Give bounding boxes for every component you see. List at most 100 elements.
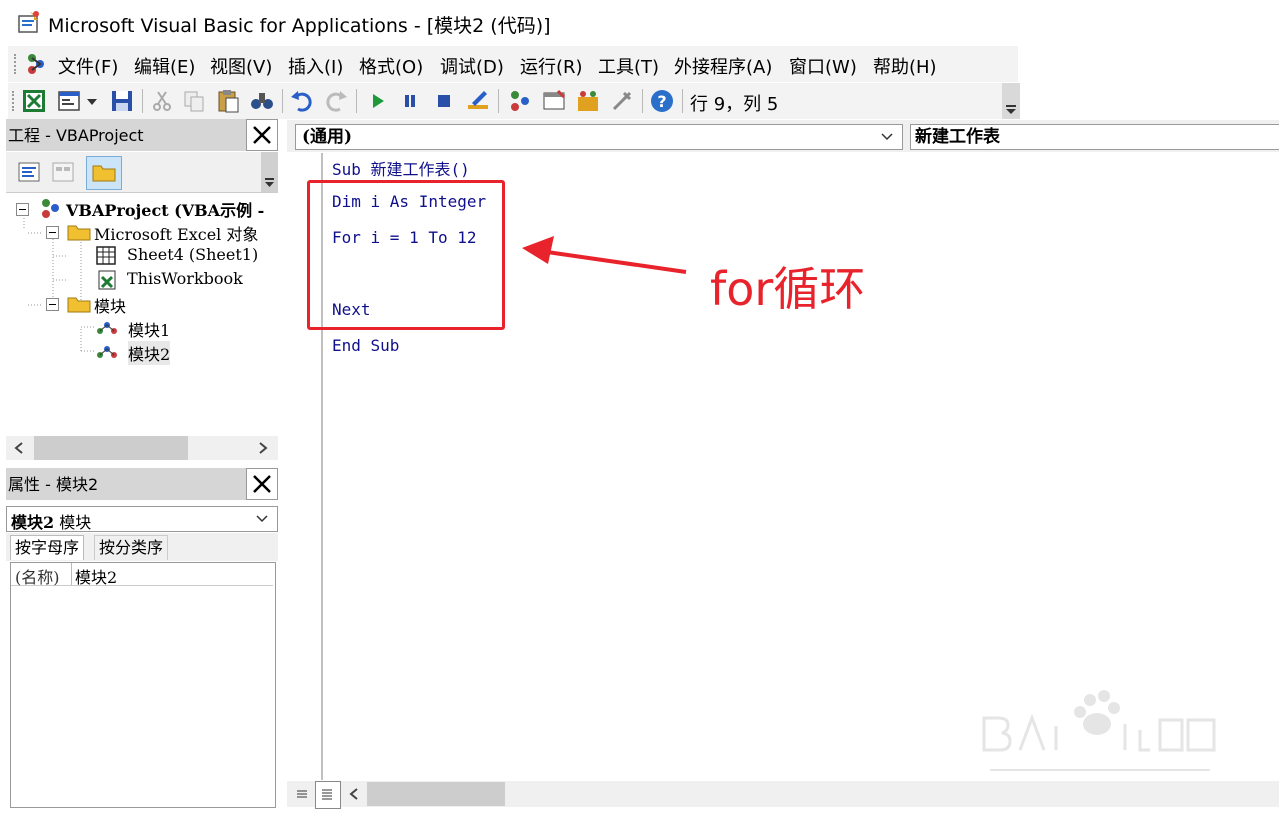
expand-excel-objects-toggle[interactable] [46, 226, 59, 239]
folder-icon [67, 297, 91, 313]
view-object-icon[interactable] [50, 160, 76, 184]
pause-icon[interactable] [396, 87, 424, 115]
properties-header: 属性 - 模块2 [6, 468, 278, 500]
workbook-icon [98, 270, 116, 290]
find-icon[interactable] [248, 87, 276, 115]
chevron-right-icon [259, 442, 268, 454]
menu-view[interactable]: 视图(V) [210, 53, 272, 79]
vba-project-icon [42, 199, 59, 218]
vba-app-icon [16, 10, 42, 36]
chevron-down-icon [881, 133, 893, 141]
window-title: Microsoft Visual Basic for Applications … [48, 15, 551, 37]
menu-debug[interactable]: 调试(D) [440, 53, 504, 79]
module-icon [97, 322, 117, 334]
toolbar-separator [142, 89, 143, 113]
redo-icon[interactable] [322, 87, 350, 115]
menu-window[interactable]: 窗口(W) [789, 53, 857, 79]
menu-addins[interactable]: 外接程序(A) [674, 53, 772, 79]
menu-bar: 文件(F) 编辑(E) 视图(V) 插入(I) 格式(O) 调试(D) 运行(R… [8, 46, 1018, 82]
project-explorer-icon[interactable] [506, 87, 534, 115]
property-value[interactable]: 模块2 [75, 564, 117, 588]
menu-edit[interactable]: 编辑(E) [134, 53, 195, 79]
properties-grid: (名称) 模块2 [10, 562, 276, 808]
menu-file[interactable]: 文件(F) [58, 53, 118, 79]
menu-tools[interactable]: 工具(T) [598, 53, 659, 79]
object-combo-value: (通用) [302, 127, 353, 147]
paste-icon[interactable] [214, 87, 242, 115]
toolbar-separator [642, 89, 643, 113]
properties-object-select[interactable]: 模块2 模块 [6, 506, 278, 532]
design-mode-icon[interactable] [464, 87, 492, 115]
toolbar-options-button[interactable] [1002, 83, 1020, 119]
toolbox-icon[interactable] [608, 87, 636, 115]
tree-label: Microsoft Excel 对象 [94, 225, 259, 244]
properties-close-button[interactable] [246, 468, 278, 500]
tree-label: VBAProject (VBA示例 - [66, 201, 265, 220]
properties-window-icon[interactable] [540, 87, 568, 115]
tree-label: 模块 [94, 297, 127, 316]
cursor-position: 行 9，列 5 [690, 94, 779, 115]
project-tree: VBAProject (VBA示例 - Microsoft Excel 对象 S… [6, 193, 278, 435]
selected-object-name: 模块2 [11, 513, 55, 532]
expand-vbaproject-toggle[interactable] [16, 203, 29, 216]
full-module-view-icon [322, 789, 332, 800]
project-explorer-title: 工程 - VBAProject [8, 126, 144, 145]
cut-icon[interactable] [148, 87, 176, 115]
tab-categorized[interactable]: 按分类序 [94, 535, 169, 560]
menu-help[interactable]: 帮助(H) [873, 53, 937, 79]
code-line[interactable]: Sub 新建工作表() [332, 156, 470, 180]
toggle-folders-button[interactable] [86, 156, 122, 190]
toolbar-grip[interactable] [12, 91, 16, 111]
code-hscroll-thumb[interactable] [367, 782, 505, 806]
selected-object-type: 模块 [54, 513, 92, 532]
object-browser-icon[interactable] [574, 87, 602, 115]
baidu-watermark [980, 690, 1220, 790]
excel-view-icon[interactable] [20, 87, 48, 115]
property-row-name[interactable]: (名称) 模块2 [11, 563, 273, 588]
stop-icon[interactable] [430, 87, 458, 115]
project-toolbar-scroll[interactable] [261, 152, 278, 192]
annotation-label: for循环 [710, 262, 866, 316]
project-hscrollbar[interactable] [6, 436, 278, 460]
menubar-grip[interactable] [14, 54, 18, 74]
project-hscroll-thumb[interactable] [34, 436, 188, 460]
folder-icon [67, 225, 91, 241]
menu-insert[interactable]: 插入(I) [288, 53, 343, 79]
procedure-view-button[interactable] [291, 783, 313, 805]
tab-alphabetic[interactable]: 按字母序 [10, 535, 85, 560]
menu-format[interactable]: 格式(O) [359, 53, 423, 79]
object-combo[interactable]: (通用) [295, 124, 903, 150]
annotation-arrow-icon [522, 236, 687, 274]
save-icon[interactable] [108, 87, 136, 115]
tree-label: ThisWorkbook [127, 269, 243, 288]
properties-title: 属性 - 模块2 [8, 475, 99, 494]
run-icon[interactable] [364, 87, 392, 115]
chevron-left-icon [14, 442, 23, 454]
selected-object-label: 模块2 模块 [11, 509, 91, 533]
menu-run[interactable]: 运行(R) [520, 53, 583, 79]
project-close-button[interactable] [246, 119, 278, 151]
toolbar-separator [498, 89, 499, 113]
property-name: (名称) [15, 568, 60, 587]
code-line[interactable]: End Sub [332, 336, 399, 355]
procedure-combo[interactable]: 新建工作表 [910, 124, 1279, 150]
vba-menu-icon[interactable] [22, 50, 50, 78]
insert-userform-icon[interactable] [56, 87, 84, 115]
copy-icon[interactable] [180, 87, 208, 115]
help-icon[interactable]: ? [648, 87, 676, 115]
code-combo-bar: (通用) 新建工作表 [287, 120, 1279, 152]
expand-modules-toggle[interactable] [46, 298, 59, 311]
full-module-view-button[interactable] [315, 781, 341, 809]
sheet-icon [96, 246, 116, 265]
project-explorer-toolbar [6, 152, 278, 193]
undo-icon[interactable] [288, 87, 316, 115]
close-icon [253, 475, 271, 493]
chevron-left-icon [349, 788, 358, 800]
insert-dropdown-icon[interactable] [84, 87, 100, 115]
view-code-icon[interactable] [16, 160, 42, 184]
tree-label: 模块2 [128, 341, 171, 365]
toolbar-separator [682, 89, 683, 113]
folder-icon [92, 165, 116, 182]
chevron-down-icon [256, 515, 268, 523]
toolbar-separator [282, 89, 283, 113]
